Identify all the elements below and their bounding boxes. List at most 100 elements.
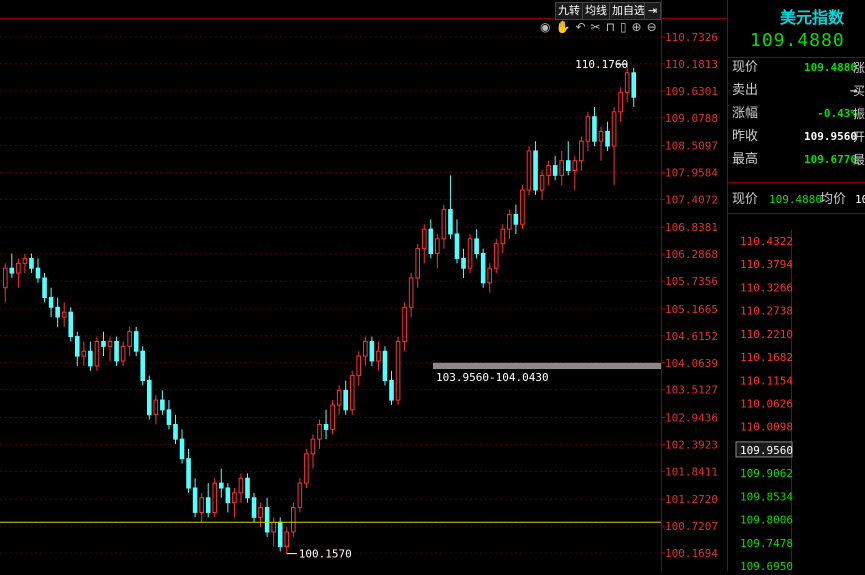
- candle-body: [199, 497, 204, 513]
- candle-body: [166, 409, 172, 425]
- quote-row-label: 涨幅: [732, 106, 759, 121]
- candle-body: [448, 209, 453, 235]
- candle-body: [441, 209, 447, 240]
- candle-body: [336, 389, 342, 406]
- quote-row-value: 109.9560: [804, 130, 857, 143]
- candle-body: [559, 160, 565, 176]
- quote-row: 现价 109.4880 涨: [728, 58, 865, 78]
- candle-body: [552, 165, 558, 176]
- y-tick-label: 102.9436: [665, 411, 718, 424]
- candle-body: [513, 213, 519, 225]
- y-tick-label: 105.1665: [665, 303, 718, 316]
- candle-body: [539, 174, 545, 191]
- candle-body: [88, 350, 93, 367]
- y-tick-label: 101.2720: [665, 493, 718, 506]
- y-tick-label: 109.6301: [665, 85, 718, 98]
- candle-body: [107, 340, 113, 347]
- lock-icon[interactable]: ⊓: [606, 20, 620, 34]
- eye-icon[interactable]: ◉: [540, 20, 555, 34]
- candle-body: [487, 267, 493, 284]
- quote-row-cut-label: 买: [852, 84, 865, 98]
- candle-body: [48, 296, 54, 308]
- undo-icon[interactable]: ↶: [575, 20, 590, 34]
- candle-body: [624, 72, 630, 93]
- candle-body: [493, 243, 499, 269]
- candle-body: [94, 340, 100, 367]
- candle-body: [74, 336, 80, 357]
- quote-row-cut-label: 最: [852, 153, 865, 167]
- candle-body: [317, 423, 322, 440]
- y-tick-label: 106.2868: [665, 248, 718, 261]
- y-tick-label: 102.3923: [665, 438, 718, 451]
- candle-body: [395, 340, 401, 401]
- candle-body: [219, 482, 224, 489]
- y-tick-label: 104.6152: [665, 330, 718, 343]
- candle-body: [572, 160, 578, 171]
- candle-body: [212, 482, 218, 513]
- chart-tool-icons: ◉✋↶✂⊓▯⊕⊖: [540, 20, 662, 34]
- candle-body: [173, 423, 178, 440]
- quote-row-cut-label: 涨: [852, 61, 865, 75]
- scissors-icon[interactable]: ✂: [591, 20, 606, 34]
- candle-body: [421, 228, 427, 250]
- candle-body: [356, 355, 362, 377]
- index-price: 109.4880: [750, 30, 845, 51]
- hand-icon[interactable]: ✋: [555, 20, 575, 34]
- y-tick-label: 109.0788: [665, 112, 718, 125]
- high-label: 110.1760: [575, 58, 628, 71]
- quote-row-cut-label: 开: [852, 130, 865, 144]
- candle-body: [42, 277, 47, 298]
- candle-body: [598, 130, 604, 142]
- candle-body: [323, 423, 329, 430]
- candle-body: [376, 350, 381, 362]
- candle-body: [402, 306, 407, 342]
- candle-body: [68, 311, 74, 338]
- ma-line-button[interactable]: 均线: [582, 2, 610, 20]
- index-name: 美元指数: [780, 8, 845, 27]
- minute-avg-value: 10: [855, 193, 865, 206]
- add-watch-button[interactable]: 加自选: [609, 2, 648, 20]
- candle-body: [140, 350, 146, 382]
- trash-icon[interactable]: ▯: [620, 20, 632, 34]
- y-tick-label: 106.8381: [665, 221, 718, 234]
- candle-body: [343, 389, 348, 411]
- candle-body: [546, 165, 551, 176]
- candle-body: [592, 116, 597, 142]
- candle-body: [29, 257, 34, 269]
- candle-body: [16, 262, 21, 274]
- quote-row-cut-label: 振: [852, 107, 865, 121]
- candle-body: [611, 111, 617, 147]
- y-tick-label: 100.7207: [665, 520, 718, 533]
- candle-body: [258, 507, 263, 518]
- candle-body: [22, 257, 28, 264]
- price-band: [433, 362, 661, 370]
- candle-body: [277, 521, 283, 548]
- candle-body: [631, 72, 637, 98]
- quote-row: 最高 109.6770 最: [728, 150, 865, 170]
- quote-panel: 美元指数 109.4880 现价 109.4880 涨卖出 — 买涨幅 -0.43% 振昨收…: [728, 0, 865, 571]
- candle-body: [271, 521, 276, 533]
- zoom-out-icon[interactable]: ⊖: [647, 20, 662, 34]
- candle-body: [408, 277, 414, 308]
- candle-body: [291, 507, 296, 533]
- candle-body: [101, 340, 106, 347]
- candle-body: [585, 116, 591, 142]
- candle-body: [232, 492, 237, 504]
- candle-body: [304, 453, 309, 484]
- y-tick-label: 100.1694: [665, 547, 718, 560]
- zoom-in-icon[interactable]: ⊕: [632, 20, 647, 34]
- candle-body: [297, 482, 303, 509]
- candle-body: [192, 487, 198, 513]
- candle-body: [428, 228, 434, 255]
- candle-body: [565, 160, 571, 171]
- candle-body: [225, 487, 231, 504]
- candle-body: [186, 458, 191, 489]
- expand-panel-icon[interactable]: ⇥: [644, 2, 662, 20]
- quote-row-label: 现价: [732, 60, 759, 75]
- candle-body: [146, 380, 152, 416]
- quote-row: 昨收 109.9560 开: [728, 127, 865, 147]
- candle-body: [127, 331, 132, 347]
- y-tick-label: 108.5097: [665, 140, 718, 153]
- nine-turn-button[interactable]: 九转: [555, 2, 583, 20]
- candle-body: [55, 306, 60, 318]
